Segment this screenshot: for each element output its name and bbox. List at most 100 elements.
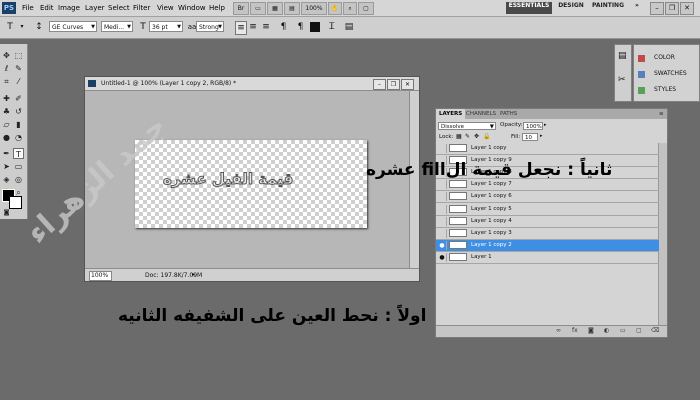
history-icon[interactable]: ▤: [618, 51, 627, 61]
hand-icon[interactable]: ✋: [328, 2, 342, 15]
panel-menu-icon[interactable]: ≡: [656, 109, 667, 119]
styles-panel-button[interactable]: STYLES: [636, 83, 696, 97]
layer-row[interactable]: Layer 1 copy 3: [436, 228, 659, 240]
menu-layer[interactable]: Layer: [85, 4, 105, 12]
layer-row[interactable]: Layer 1 copy: [436, 143, 659, 155]
visibility-eye-icon[interactable]: [438, 180, 447, 190]
history-brush-icon[interactable]: ↺: [13, 106, 24, 117]
doc-close-icon[interactable]: ✕: [401, 79, 414, 90]
layer-row[interactable]: Layer 1 copy 6: [436, 191, 659, 204]
canvas[interactable]: قيمة الفيل عشره: [135, 140, 367, 228]
3d-orbit-icon[interactable]: ◎: [13, 174, 24, 185]
lock-image-icon[interactable]: ✎: [465, 133, 470, 140]
align-center-icon[interactable]: ≡: [248, 21, 258, 33]
healing-brush-icon[interactable]: ✚: [1, 93, 12, 104]
lock-transparent-icon[interactable]: ▦: [456, 133, 462, 140]
new-layer-icon[interactable]: ▢: [636, 327, 642, 334]
tab-channels[interactable]: CHANNELS: [463, 109, 499, 119]
rtl-options-icon-2[interactable]: ¶: [295, 21, 306, 33]
layer-mask-icon[interactable]: ◙: [588, 327, 594, 334]
opacity-dropdown-icon[interactable]: ▸: [544, 122, 547, 128]
minimize-icon[interactable]: –: [650, 2, 664, 15]
3d-rotate-icon[interactable]: ◈: [1, 174, 12, 185]
document-titlebar[interactable]: Untitled-1 @ 100% (Layer 1 copy 2, RGB/8…: [85, 77, 419, 91]
link-layers-icon[interactable]: ∞: [556, 327, 561, 334]
zoom-level-field[interactable]: 100%: [89, 271, 112, 281]
more-workspaces-icon[interactable]: »: [631, 2, 643, 14]
minibridge-icon[interactable]: ▭: [250, 2, 266, 15]
actions-icon[interactable]: ✂: [618, 75, 626, 85]
lock-position-icon[interactable]: ✥: [474, 133, 479, 140]
layer-row[interactable]: ● Layer 1: [436, 252, 659, 264]
quick-mask-icon[interactable]: ◙: [1, 207, 12, 218]
group-icon[interactable]: ▭: [620, 327, 626, 334]
menu-select[interactable]: Select: [108, 4, 130, 12]
menu-image[interactable]: Image: [58, 4, 80, 12]
pen-tool-icon[interactable]: ✒: [1, 148, 12, 159]
menu-help[interactable]: Help: [209, 4, 225, 12]
extras-icon[interactable]: ▦: [267, 2, 283, 15]
character-panel-icon[interactable]: ▤: [343, 21, 355, 33]
arrange-icon[interactable]: ▤: [284, 2, 300, 15]
type-tool-icon-selected[interactable]: T: [13, 148, 24, 159]
blur-tool-icon[interactable]: ●: [1, 132, 12, 143]
dodge-tool-icon[interactable]: ◔: [13, 132, 24, 143]
font-size-select[interactable]: 36 pt ▼: [149, 21, 183, 32]
layer-row[interactable]: Layer 1 copy 7: [436, 179, 659, 192]
menu-edit[interactable]: Edit: [40, 4, 54, 12]
color-panel-button[interactable]: COLOR: [636, 51, 696, 65]
warp-text-icon[interactable]: Ꮖ: [326, 21, 338, 33]
crop-tool-icon[interactable]: ⌗: [1, 76, 12, 87]
eyedropper-icon[interactable]: ⁄: [13, 76, 24, 87]
layers-scrollbar[interactable]: [658, 143, 667, 327]
fill-dropdown-icon[interactable]: ▸: [540, 133, 543, 139]
lock-all-icon[interactable]: 🔒: [483, 133, 490, 140]
restore-icon[interactable]: ❐: [665, 2, 679, 15]
move-tool-icon[interactable]: ✥: [1, 50, 12, 61]
menu-file[interactable]: File: [22, 4, 34, 12]
screen-mode-icon[interactable]: ▢: [358, 2, 374, 15]
layer-row[interactable]: Layer 1 copy 5: [436, 204, 659, 216]
type-tool-icon[interactable]: T: [4, 21, 16, 33]
close-icon[interactable]: ✕: [680, 2, 694, 15]
zoom-icon[interactable]: ⌕: [343, 2, 357, 15]
tab-layers[interactable]: LAYERS: [436, 109, 466, 119]
gradient-tool-icon[interactable]: ▮: [13, 119, 24, 130]
visibility-eye-icon[interactable]: [438, 144, 447, 153]
eraser-tool-icon[interactable]: ▱: [1, 119, 12, 130]
visibility-eye-icon[interactable]: [438, 216, 447, 226]
visibility-eye-icon[interactable]: ●: [438, 240, 447, 250]
tool-preset-dropdown-icon[interactable]: ▾: [18, 21, 26, 33]
zoom-select[interactable]: 100%: [301, 2, 327, 15]
status-menu-icon[interactable]: ▸: [192, 271, 195, 278]
doc-minimize-icon[interactable]: –: [373, 79, 386, 90]
adjustment-layer-icon[interactable]: ◐: [604, 327, 609, 334]
menu-filter[interactable]: Filter: [133, 4, 150, 12]
clone-stamp-icon[interactable]: ♣: [1, 106, 12, 117]
visibility-eye-icon[interactable]: [438, 192, 447, 202]
marquee-tool-icon[interactable]: ⬚: [13, 50, 24, 61]
swatches-panel-button[interactable]: SWATCHES: [636, 67, 696, 81]
workspace-design[interactable]: DESIGN: [557, 2, 585, 14]
rtl-options-icon[interactable]: ¶: [278, 21, 289, 33]
visibility-eye-icon[interactable]: [438, 228, 447, 238]
delete-layer-icon[interactable]: ⌫: [651, 327, 659, 334]
blend-mode-select[interactable]: Dissolve ▼: [438, 122, 496, 130]
align-right-icon[interactable]: ≡: [261, 21, 271, 33]
font-style-select[interactable]: Medi... ▼: [101, 21, 133, 32]
fx-icon[interactable]: fx: [572, 327, 578, 334]
align-left-icon[interactable]: ≡: [235, 21, 247, 35]
workspace-essentials[interactable]: ESSENTIALS: [506, 2, 552, 14]
fill-field[interactable]: 10: [522, 133, 538, 141]
layer-row[interactable]: Layer 1 copy 4: [436, 216, 659, 228]
opacity-field[interactable]: 100%: [523, 122, 543, 130]
tab-paths[interactable]: PATHS: [497, 109, 520, 119]
vertical-scrollbar[interactable]: [409, 91, 419, 269]
visibility-eye-icon[interactable]: ●: [438, 252, 447, 262]
visibility-eye-icon[interactable]: [438, 204, 447, 214]
path-select-icon[interactable]: ➤: [1, 161, 12, 172]
orientation-toggle-icon[interactable]: ↕: [34, 21, 44, 33]
doc-restore-icon[interactable]: ❐: [387, 79, 400, 90]
lasso-tool-icon[interactable]: ℓ: [1, 63, 12, 74]
text-color-swatch[interactable]: [310, 22, 320, 32]
